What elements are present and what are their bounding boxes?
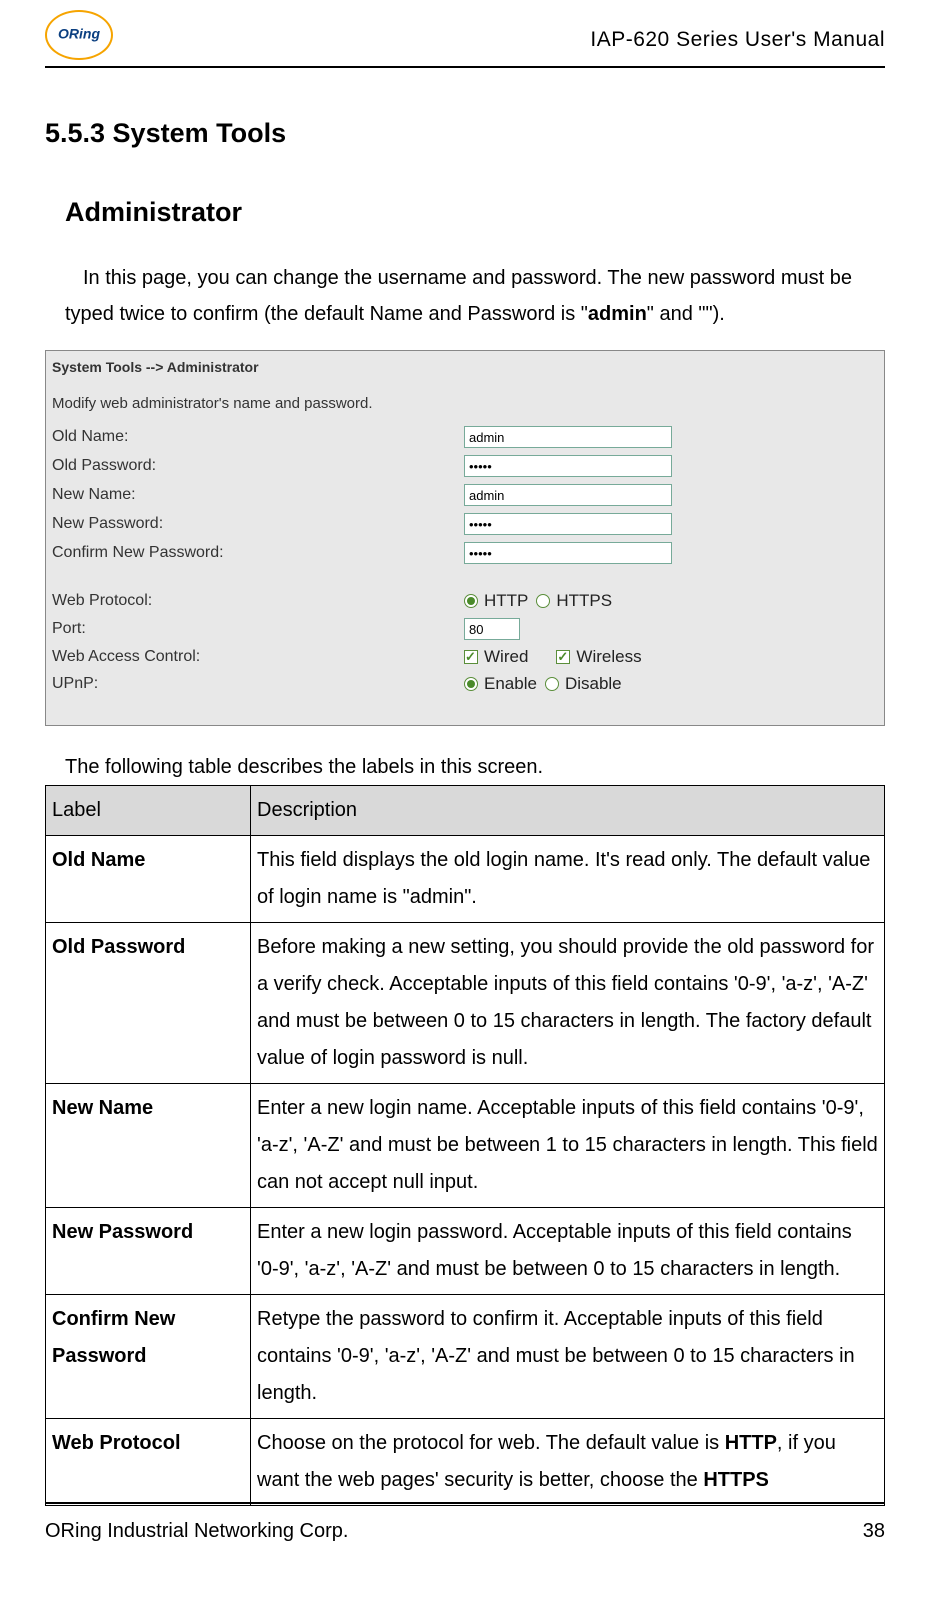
admin-screenshot: System Tools --> Administrator Modify we… — [45, 350, 885, 726]
https-radio[interactable] — [536, 594, 550, 608]
https-label: HTTPS — [556, 591, 612, 611]
http-label: HTTP — [484, 591, 528, 611]
row-desc: Before making a new setting, you should … — [251, 923, 885, 1084]
old-password-label: Old Password: — [52, 457, 464, 475]
wireless-label: Wireless — [576, 647, 641, 667]
screenshot-breadcrumb: System Tools --> Administrator — [46, 351, 884, 381]
row-upnp: UPnP: Enable Disable — [52, 674, 878, 694]
web-access-label: Web Access Control: — [52, 648, 464, 666]
row-label: New Password — [46, 1208, 251, 1295]
new-password-input[interactable] — [464, 513, 672, 535]
page-footer: ORing Industrial Networking Corp. 38 — [45, 1502, 885, 1543]
section-heading: 5.5.3 System Tools — [45, 118, 885, 149]
table-row: New Password Enter a new login password.… — [46, 1208, 885, 1295]
upnp-label: UPnP: — [52, 675, 464, 693]
table-row: Old Password Before making a new setting… — [46, 923, 885, 1084]
old-password-input[interactable] — [464, 455, 672, 477]
manual-title: IAP-620 Series User's Manual — [590, 18, 885, 52]
row-label: Old Password — [46, 923, 251, 1084]
wireless-checkbox[interactable] — [556, 650, 570, 664]
table-row: New Name Enter a new login name. Accepta… — [46, 1084, 885, 1208]
disable-radio[interactable] — [545, 677, 559, 691]
oring-logo: ORing — [45, 10, 113, 60]
http-radio[interactable] — [464, 594, 478, 608]
sub-heading: Administrator — [65, 197, 885, 228]
intro-suffix: " and ""). — [647, 303, 725, 325]
row-desc: Choose on the protocol for web. The defa… — [251, 1419, 885, 1506]
th-label: Label — [46, 786, 251, 836]
row-port: Port: — [52, 618, 878, 640]
intro-bold: admin — [588, 303, 647, 325]
description-table: Label Description Old Name This field di… — [45, 785, 885, 1506]
table-row: Web Protocol Choose on the protocol for … — [46, 1419, 885, 1506]
row-label: Web Protocol — [46, 1419, 251, 1506]
desc-bold: HTTP — [725, 1432, 777, 1454]
confirm-password-label: Confirm New Password: — [52, 544, 464, 562]
th-desc: Description — [251, 786, 885, 836]
new-name-label: New Name: — [52, 486, 464, 504]
old-name-label: Old Name: — [52, 428, 464, 446]
row-desc: Retype the password to confirm it. Accep… — [251, 1295, 885, 1419]
row-desc: This field displays the old login name. … — [251, 836, 885, 923]
desc-prefix: Choose on the protocol for web. The defa… — [257, 1432, 725, 1454]
new-name-input[interactable] — [464, 484, 672, 506]
table-header-row: Label Description — [46, 786, 885, 836]
intro-paragraph: In this page, you can change the usernam… — [65, 260, 885, 332]
desc-bold: HTTPS — [703, 1469, 769, 1491]
table-caption: The following table describes the labels… — [65, 756, 885, 779]
wired-label: Wired — [484, 647, 528, 667]
confirm-password-input[interactable] — [464, 542, 672, 564]
row-desc: Enter a new login name. Acceptable input… — [251, 1084, 885, 1208]
new-password-label: New Password: — [52, 515, 464, 533]
screenshot-description: Modify web administrator's name and pass… — [52, 395, 878, 412]
enable-radio[interactable] — [464, 677, 478, 691]
row-new-password: New Password: — [52, 513, 878, 535]
row-old-password: Old Password: — [52, 455, 878, 477]
web-protocol-label: Web Protocol: — [52, 592, 464, 610]
page-number: 38 — [863, 1520, 885, 1543]
old-name-input[interactable] — [464, 426, 672, 448]
port-input[interactable] — [464, 618, 520, 640]
port-label: Port: — [52, 620, 464, 638]
page-header: ORing IAP-620 Series User's Manual — [45, 10, 885, 68]
row-confirm-password: Confirm New Password: — [52, 542, 878, 564]
row-web-protocol: Web Protocol: HTTP HTTPS — [52, 591, 878, 611]
disable-label: Disable — [565, 674, 622, 694]
intro-prefix: In this page, you can change the usernam… — [65, 267, 852, 325]
row-label: New Name — [46, 1084, 251, 1208]
enable-label: Enable — [484, 674, 537, 694]
wired-checkbox[interactable] — [464, 650, 478, 664]
row-old-name: Old Name: — [52, 426, 878, 448]
row-web-access: Web Access Control: Wired Wireless — [52, 647, 878, 667]
logo-text: ORing — [58, 26, 100, 42]
row-label: Confirm New Password — [46, 1295, 251, 1419]
footer-company: ORing Industrial Networking Corp. — [45, 1520, 348, 1543]
table-row: Confirm New Password Retype the password… — [46, 1295, 885, 1419]
row-new-name: New Name: — [52, 484, 878, 506]
row-label: Old Name — [46, 836, 251, 923]
table-row: Old Name This field displays the old log… — [46, 836, 885, 923]
row-desc: Enter a new login password. Acceptable i… — [251, 1208, 885, 1295]
